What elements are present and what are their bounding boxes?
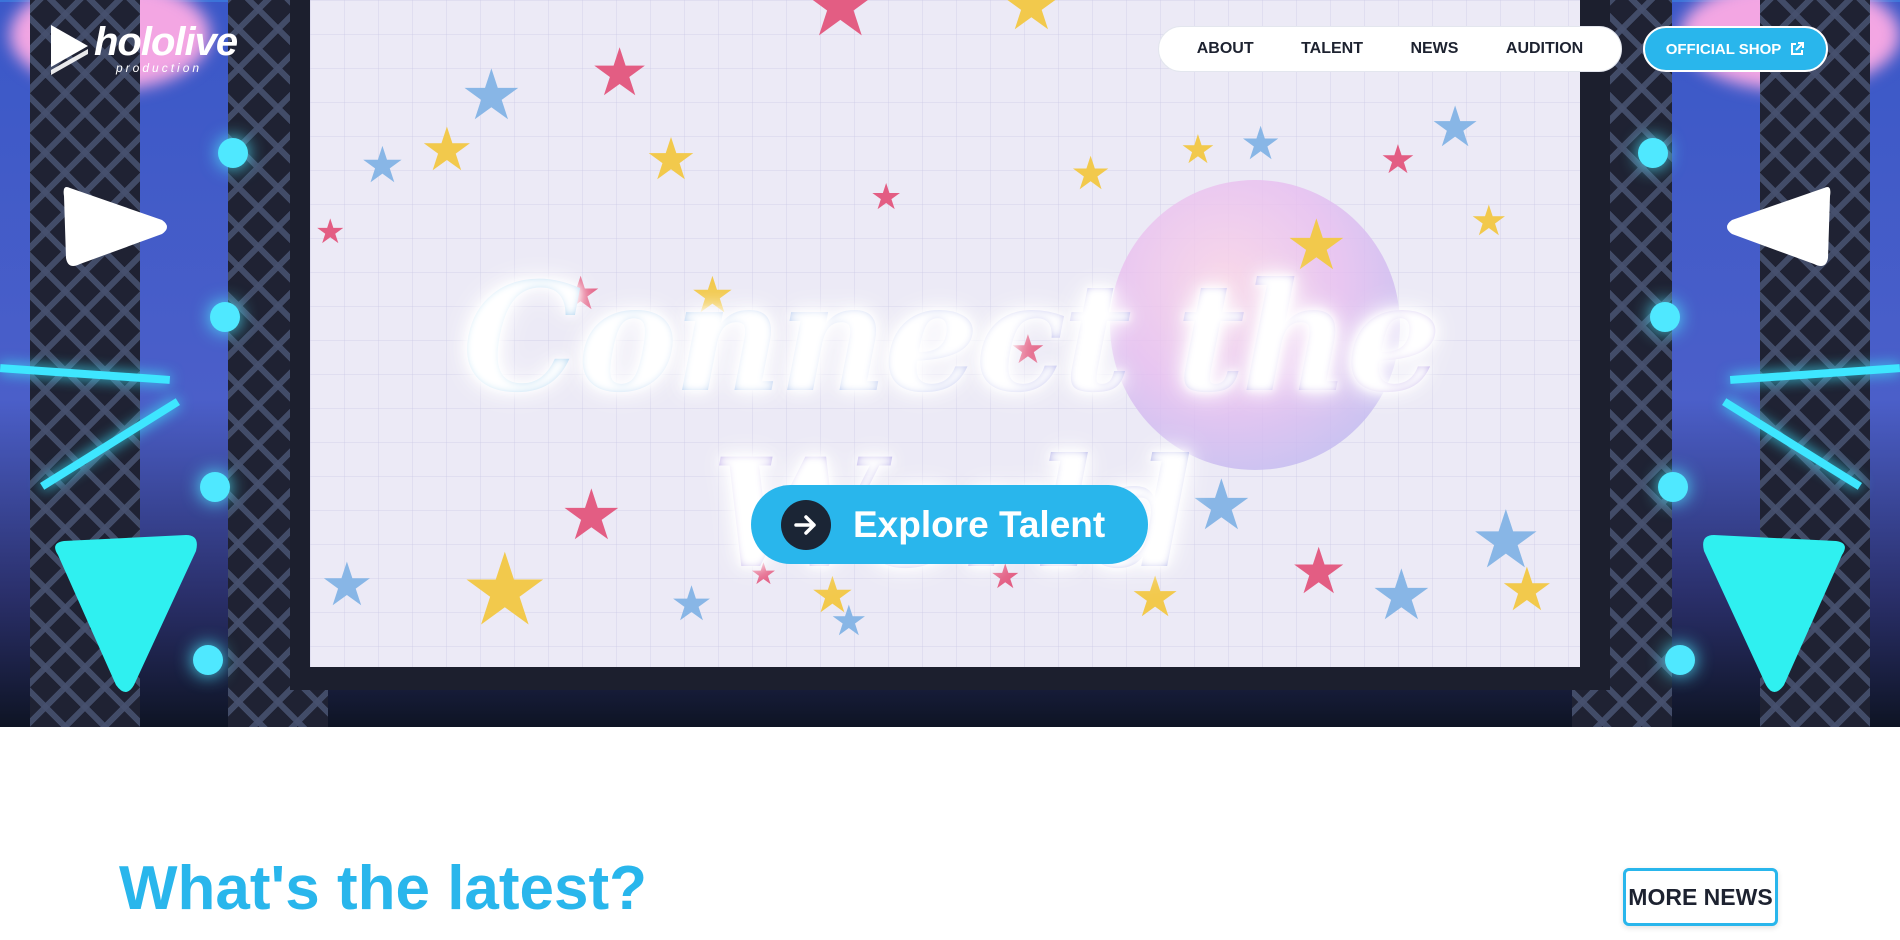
stage-lamp: [1665, 645, 1695, 675]
hero-banner: ★ ★ ★ ★ ★ ★ ★ ★ ★ ★ ★ ★ ★ ★ ★ ★ ★ ★ ★ ★ …: [0, 0, 1900, 727]
stage-lamp: [210, 302, 240, 332]
official-shop-label: OFFICIAL SHOP: [1665, 40, 1782, 58]
star-decoration: ★: [1430, 95, 1481, 160]
stage-lamp: [1650, 302, 1680, 332]
star-decoration: ★: [1240, 116, 1282, 170]
star-decoration: ★: [590, 34, 650, 111]
star-decoration: ★: [645, 125, 697, 193]
stage-lamp: [1638, 138, 1668, 168]
star-decoration: ★: [1380, 137, 1416, 183]
star-decoration: ★: [870, 177, 903, 218]
stage-lamp: [1658, 472, 1688, 502]
hololive-logo[interactable]: hololive production: [48, 20, 248, 78]
star-decoration: ★: [1470, 196, 1508, 245]
logo-wordmark: hololive: [94, 20, 238, 64]
nav-item-news[interactable]: NEWS: [1410, 40, 1458, 58]
star-decoration: ★: [1000, 0, 1063, 46]
star-decoration: ★: [1180, 127, 1216, 173]
star-decoration: ★: [800, 0, 881, 57]
explore-talent-label: Explore Talent: [853, 503, 1106, 545]
external-link-icon: [1791, 42, 1805, 55]
stage-lamp: [218, 138, 248, 168]
play-triangle-icon: [51, 25, 88, 75]
star-decoration: ★: [460, 54, 523, 136]
stage-triangle-left: [63, 187, 167, 266]
stage-lamp: [200, 472, 230, 502]
stage-shape-cyan-left: [55, 535, 197, 692]
nav-item-audition[interactable]: AUDITION: [1506, 40, 1583, 58]
stage-triangle-right: [1727, 187, 1831, 266]
main-nav: ABOUT TALENT NEWS AUDITION: [1158, 26, 1622, 72]
arrow-right-icon: [781, 499, 831, 550]
explore-talent-button[interactable]: Explore Talent: [751, 485, 1148, 564]
more-news-button[interactable]: MORE NEWS: [1623, 868, 1778, 926]
nav-item-about[interactable]: ABOUT: [1197, 40, 1254, 58]
star-decoration: ★: [830, 596, 868, 645]
latest-heading: What's the latest?: [119, 854, 648, 923]
star-decoration: ★: [1070, 146, 1112, 200]
stage-shape-cyan-right: [1703, 535, 1845, 692]
official-shop-button[interactable]: OFFICIAL SHOP: [1643, 26, 1828, 72]
star-decoration: ★: [360, 136, 405, 194]
star-decoration: ★: [315, 212, 346, 252]
logo-subtext: production: [116, 61, 203, 75]
nav-item-talent[interactable]: TALENT: [1301, 40, 1363, 58]
more-news-label: MORE NEWS: [1628, 883, 1773, 910]
